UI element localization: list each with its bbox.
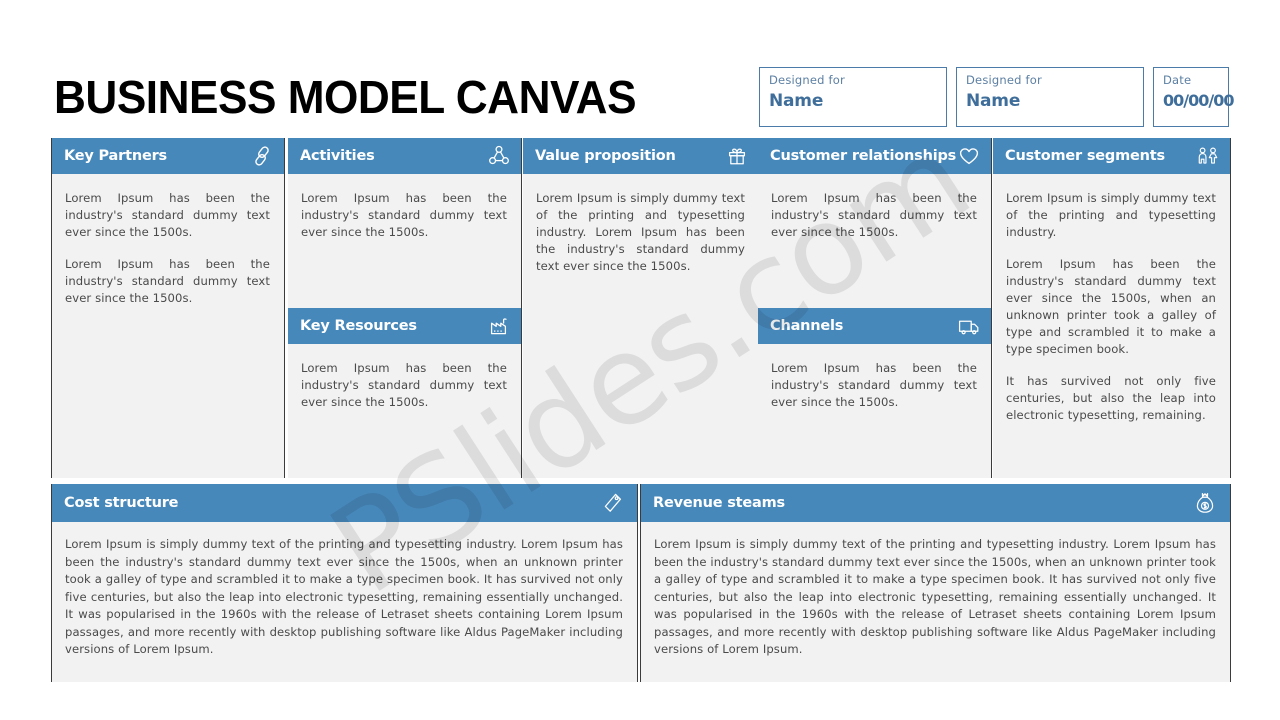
panel-header-cost-structure[interactable]: Cost structure bbox=[52, 484, 637, 522]
gift-box-icon bbox=[724, 144, 750, 168]
business-model-canvas-slide: BUSINESS MODEL CANVAS Designed for Name … bbox=[0, 0, 1280, 720]
column-activities: Activities Lorem Ipsum has been the indu… bbox=[288, 138, 522, 478]
designed-for-value-1[interactable]: Name bbox=[769, 89, 937, 113]
paragraph: Lorem Ipsum has been the industry's stan… bbox=[301, 191, 507, 239]
panel-body-value-proposition: Lorem Ipsum is simply dummy text of the … bbox=[523, 174, 759, 478]
panel-body-key-partners: Lorem Ipsum has been the industry's stan… bbox=[52, 174, 284, 478]
panel-title-key-resources: Key Resources bbox=[300, 318, 417, 334]
column-customer-segments: Customer segments Lorem Ipsum is simply … bbox=[993, 138, 1231, 478]
paragraph: Lorem Ipsum is simply dummy text of the … bbox=[536, 191, 745, 273]
paragraph: Lorem Ipsum is simply dummy text of the … bbox=[654, 537, 1216, 656]
panel-title-channels: Channels bbox=[770, 318, 844, 334]
column-value-proposition: Value proposition Lorem Ipsum is simply … bbox=[523, 138, 760, 478]
panel-header-customer-relationships[interactable]: Customer relationships bbox=[758, 138, 991, 174]
people-icon bbox=[1195, 144, 1221, 168]
designed-for-label-2: Designed for bbox=[966, 73, 1042, 87]
designed-for-box-2[interactable]: Designed for Name bbox=[956, 67, 1144, 127]
panel-header-customer-segments[interactable]: Customer segments bbox=[993, 138, 1230, 174]
section-cost-structure: Cost structure Lorem Ipsum is simply dum… bbox=[51, 484, 638, 682]
column-customer-relationships: Customer relationships Lorem Ipsum has b… bbox=[758, 138, 992, 478]
paragraph: Lorem Ipsum is simply dummy text of the … bbox=[65, 537, 623, 656]
paragraph: Lorem Ipsum has been the industry's stan… bbox=[771, 361, 977, 409]
date-label: Date bbox=[1163, 73, 1192, 87]
factory-icon bbox=[486, 314, 512, 338]
paragraph: It has survived not only five centuries,… bbox=[1006, 374, 1216, 422]
price-tag-icon bbox=[599, 491, 625, 515]
panel-body-channels: Lorem Ipsum has been the industry's stan… bbox=[758, 344, 991, 478]
panel-body-activities: Lorem Ipsum has been the industry's stan… bbox=[288, 174, 521, 308]
paragraph: Lorem Ipsum has been the industry's stan… bbox=[771, 191, 977, 239]
panel-header-key-resources[interactable]: Key Resources bbox=[288, 308, 521, 344]
panel-title-revenue-steams: Revenue steams bbox=[653, 495, 785, 511]
panel-body-customer-segments: Lorem Ipsum is simply dummy text of the … bbox=[993, 174, 1230, 478]
panel-title-activities: Activities bbox=[300, 148, 375, 164]
heart-icon bbox=[956, 144, 982, 168]
paragraph: Lorem Ipsum has been the industry's stan… bbox=[65, 257, 270, 305]
page-title: BUSINESS MODEL CANVAS bbox=[54, 71, 637, 123]
chain-link-icon bbox=[249, 144, 275, 168]
column-key-partners: Key Partners Lorem Ipsum has been the in… bbox=[51, 138, 285, 478]
panel-title-customer-segments: Customer segments bbox=[1005, 148, 1165, 164]
panel-header-key-partners[interactable]: Key Partners bbox=[52, 138, 284, 174]
panel-header-value-proposition[interactable]: Value proposition bbox=[523, 138, 759, 174]
panel-title-key-partners: Key Partners bbox=[64, 148, 167, 164]
panel-header-channels[interactable]: Channels bbox=[758, 308, 991, 344]
panel-header-revenue-steams[interactable]: Revenue steams bbox=[641, 484, 1230, 522]
network-nodes-icon bbox=[486, 144, 512, 168]
canvas-grid: Key Partners Lorem Ipsum has been the in… bbox=[51, 138, 1231, 478]
panel-body-cost-structure: Lorem Ipsum is simply dummy text of the … bbox=[52, 522, 637, 669]
designed-for-value-2[interactable]: Name bbox=[966, 89, 1134, 113]
panel-body-customer-relationships: Lorem Ipsum has been the industry's stan… bbox=[758, 174, 991, 308]
paragraph: Lorem Ipsum has been the industry's stan… bbox=[1006, 257, 1216, 356]
date-box[interactable]: Date 00/00/00 bbox=[1153, 67, 1234, 127]
paragraph: Lorem Ipsum is simply dummy text of the … bbox=[1006, 191, 1216, 239]
paragraph: Lorem Ipsum has been the industry's stan… bbox=[65, 191, 270, 239]
delivery-truck-icon bbox=[956, 314, 982, 338]
money-bag-icon bbox=[1192, 491, 1218, 515]
panel-body-key-resources: Lorem Ipsum has been the industry's stan… bbox=[288, 344, 521, 478]
date-value[interactable]: 00/00/00 bbox=[1163, 89, 1234, 113]
panel-title-value-proposition: Value proposition bbox=[535, 148, 676, 164]
panel-header-activities[interactable]: Activities bbox=[288, 138, 521, 174]
panel-body-revenue-steams: Lorem Ipsum is simply dummy text of the … bbox=[641, 522, 1230, 669]
designed-for-box-1[interactable]: Designed for Name bbox=[759, 67, 947, 127]
panel-title-customer-relationships: Customer relationships bbox=[770, 148, 957, 164]
designed-for-label-1: Designed for bbox=[769, 73, 845, 87]
section-revenue-steams: Revenue steams Lorem Ipsum is simply dum… bbox=[640, 484, 1231, 682]
paragraph: Lorem Ipsum has been the industry's stan… bbox=[301, 361, 507, 409]
panel-title-cost-structure: Cost structure bbox=[64, 495, 179, 511]
